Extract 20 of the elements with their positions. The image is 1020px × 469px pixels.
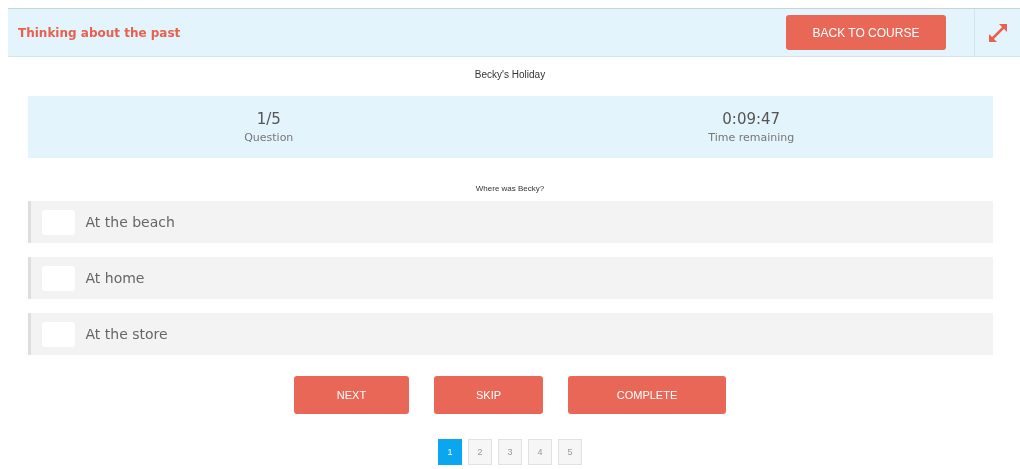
back-to-course-button[interactable]: BACK TO COURSE xyxy=(786,15,946,50)
action-button[interactable]: SKIP xyxy=(434,376,543,414)
question-text: Where was Becky? xyxy=(475,184,545,193)
quiz-title: Becky's Holiday xyxy=(474,69,546,80)
expand-icon[interactable] xyxy=(987,22,1008,43)
answer-option[interactable]: At the beach xyxy=(27,201,993,243)
stat-value: 1/5 xyxy=(256,110,281,128)
answer-option[interactable]: At home xyxy=(27,257,993,299)
page-button[interactable]: 3 xyxy=(498,439,522,465)
action-button[interactable]: COMPLETE xyxy=(568,376,726,414)
stat-label: Question xyxy=(244,131,294,144)
stat-label: Time remaining xyxy=(708,131,795,144)
page-button[interactable]: 2 xyxy=(468,439,492,465)
course-title: Thinking about the past xyxy=(18,25,182,40)
page-button[interactable]: 5 xyxy=(558,439,582,465)
stat-value: 0:09:47 xyxy=(722,110,781,128)
action-button[interactable]: NEXT xyxy=(294,376,409,414)
page-button[interactable]: 1 xyxy=(438,439,462,465)
page-button[interactable]: 4 xyxy=(528,439,552,465)
answer-option[interactable]: At the store xyxy=(27,313,993,355)
